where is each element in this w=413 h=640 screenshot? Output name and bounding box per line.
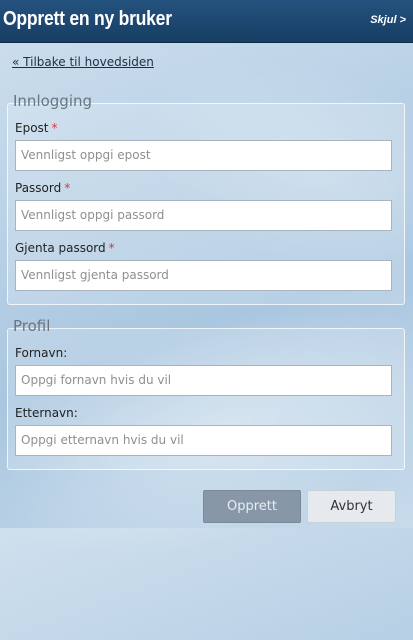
cancel-button[interactable]: Avbryt xyxy=(307,490,396,523)
profile-legend: Profil xyxy=(13,317,51,335)
password-label-text: Passord xyxy=(15,181,62,195)
first-name-field[interactable] xyxy=(15,365,392,396)
hide-link[interactable]: Skjul > xyxy=(370,14,406,26)
email-label: Epost * xyxy=(15,121,58,135)
login-legend: Innlogging xyxy=(13,92,93,110)
create-button[interactable]: Opprett xyxy=(203,490,301,523)
password-field[interactable] xyxy=(15,200,392,231)
last-name-label: Etternavn: xyxy=(15,406,78,420)
password-label: Passord * xyxy=(15,181,70,195)
email-field[interactable] xyxy=(15,140,392,171)
last-name-field[interactable] xyxy=(15,425,392,456)
page-title: Opprett en ny bruker xyxy=(3,8,172,30)
first-name-label: Fornavn: xyxy=(15,346,68,360)
email-label-text: Epost xyxy=(15,121,49,135)
required-marker: * xyxy=(108,241,115,255)
required-marker: * xyxy=(51,121,58,135)
back-to-home-link[interactable]: « Tilbake til hovedsiden xyxy=(12,55,154,69)
title-bar: Opprett en ny bruker Skjul > xyxy=(0,0,413,43)
password-repeat-label: Gjenta passord * xyxy=(15,241,115,255)
password-repeat-field[interactable] xyxy=(15,260,392,291)
required-marker: * xyxy=(64,181,71,195)
password-repeat-label-text: Gjenta passord xyxy=(15,241,106,255)
